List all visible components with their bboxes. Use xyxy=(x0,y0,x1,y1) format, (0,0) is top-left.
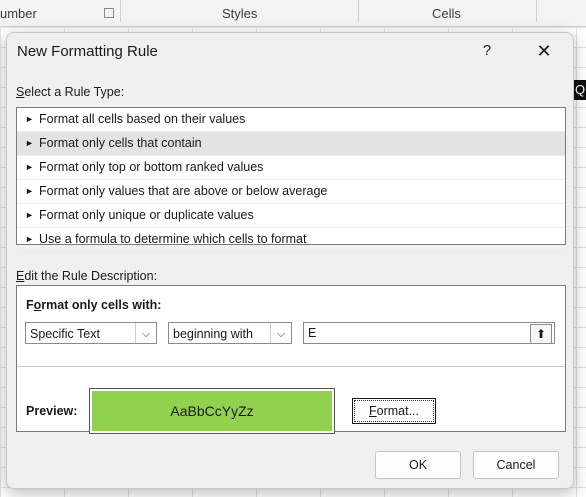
preview-sample: AaBbCcYyZz xyxy=(92,391,332,431)
arrow-right-icon: ► xyxy=(25,234,34,245)
rule-type-item-label: Format all cells based on their values xyxy=(39,112,246,126)
arrow-right-icon: ► xyxy=(25,210,34,221)
rule-description-label: Edit the Rule Description: xyxy=(16,269,158,283)
cancel-button[interactable]: Cancel xyxy=(473,451,559,479)
ribbon-separator xyxy=(536,0,537,22)
dialog-title: New Formatting Rule xyxy=(17,43,158,60)
excel-ribbon: umber Styles Cells xyxy=(0,0,586,27)
ribbon-group-cells: Cells xyxy=(432,6,461,21)
rule-type-list[interactable]: ► Format all cells based on their values ►… xyxy=(16,107,566,252)
arrow-right-icon: ► xyxy=(25,138,34,149)
new-formatting-rule-dialog: New Formatting Rule ? ✕ Select a Rule Ty… xyxy=(6,32,574,489)
rule-type-item[interactable]: ► Format only cells that contain xyxy=(17,132,565,156)
rule-type-item[interactable]: ► Format only values that are above or be… xyxy=(17,180,565,204)
value-input-text: E xyxy=(308,326,317,340)
ribbon-separator xyxy=(358,0,359,22)
operator-select[interactable]: beginning with ⌵ xyxy=(168,322,292,344)
arrow-right-icon: ► xyxy=(25,162,34,173)
ribbon-group-number: umber xyxy=(0,6,37,21)
arrow-right-icon: ► xyxy=(25,114,34,125)
chevron-down-icon: ⌵ xyxy=(135,323,156,343)
rule-description-panel: Format only cells with: Specific Text ⌵ … xyxy=(16,285,566,434)
background-cell: Q xyxy=(572,80,586,100)
rule-type-item[interactable]: ► Format all cells based on their values xyxy=(17,108,565,132)
operator-select-value: beginning with xyxy=(173,327,253,341)
arrow-right-icon: ► xyxy=(25,186,34,197)
upload-arrow-icon: ⬆ xyxy=(535,327,547,341)
rule-type-item-label: Format only unique or duplicate values xyxy=(39,208,254,222)
value-input[interactable]: E ⬆ xyxy=(303,322,555,344)
ribbon-group-styles: Styles xyxy=(222,6,258,21)
format-cells-with-heading: Format only cells with: xyxy=(26,298,162,312)
condition-select-value: Specific Text xyxy=(30,327,100,341)
help-button[interactable]: ? xyxy=(475,39,499,63)
close-button[interactable]: ✕ xyxy=(531,39,557,63)
rule-type-item-label: Use a formula to determine which cells t… xyxy=(39,232,307,246)
close-icon: ✕ xyxy=(536,41,552,61)
chevron-down-icon: ⌵ xyxy=(270,323,291,343)
rule-type-item-label: Format only values that are above or bel… xyxy=(39,184,328,198)
condition-select[interactable]: Specific Text ⌵ xyxy=(25,322,157,344)
preview-label: Preview: xyxy=(26,404,78,418)
collapse-dialog-button[interactable]: ⬆ xyxy=(530,324,552,344)
rule-type-item-label: Format only cells that contain xyxy=(39,136,202,150)
ok-button[interactable]: OK xyxy=(375,451,461,479)
rule-type-item-label: Format only top or bottom ranked values xyxy=(39,160,264,174)
rule-type-item[interactable]: ► Format only unique or duplicate values xyxy=(17,204,565,228)
rule-type-item[interactable]: ► Use a formula to determine which cells … xyxy=(17,228,565,252)
ribbon-separator xyxy=(120,0,121,22)
rule-type-item[interactable]: ► Format only top or bottom ranked values xyxy=(17,156,565,180)
dialog-launcher-icon[interactable] xyxy=(104,8,114,18)
divider xyxy=(17,366,565,367)
rule-type-label: Select a Rule Type: xyxy=(16,85,125,99)
format-button[interactable]: Format... xyxy=(352,398,436,424)
preview-box: AaBbCcYyZz xyxy=(89,388,335,434)
